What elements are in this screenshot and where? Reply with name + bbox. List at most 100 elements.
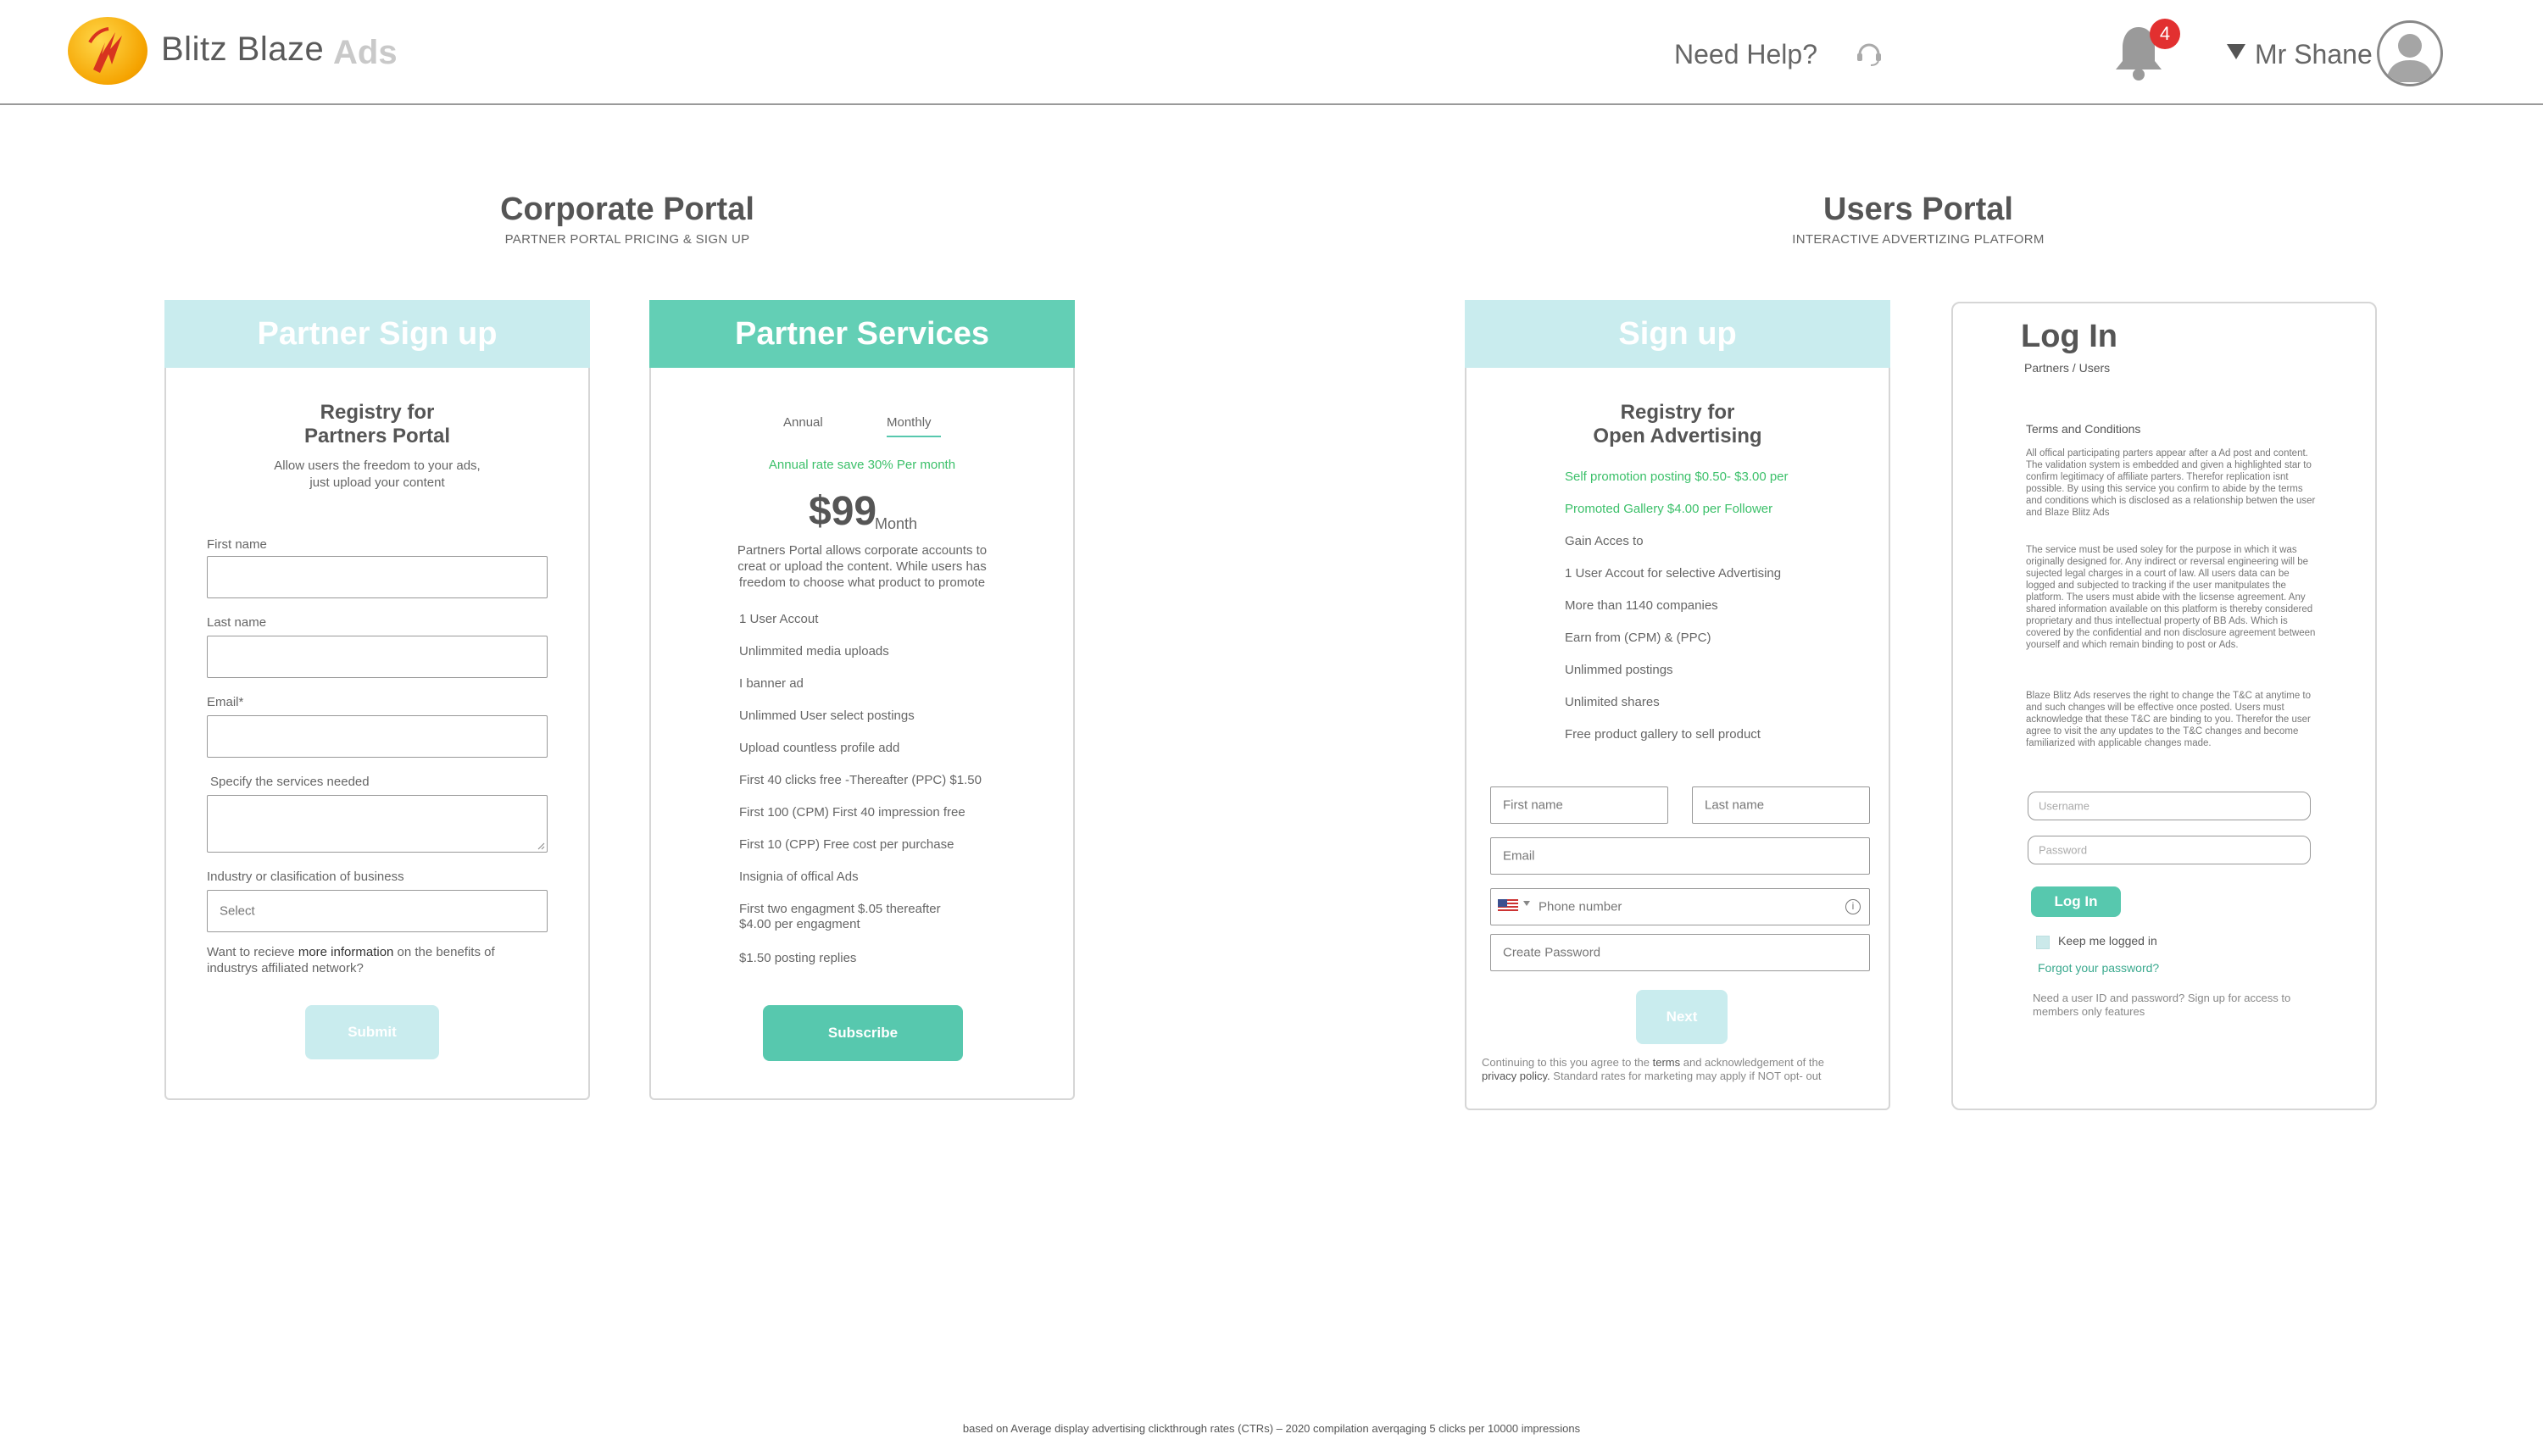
partner-desc-1: Allow users the freedom to your ads, (274, 458, 481, 473)
services-label: Specify the services needed (210, 775, 370, 789)
users-portal-title: Users Portal (1823, 192, 2013, 227)
headset-icon[interactable] (1853, 37, 1885, 69)
username-input[interactable]: Username (2028, 792, 2311, 820)
industry-select-placeholder: Select (220, 903, 255, 919)
terms-link[interactable]: terms (1653, 1056, 1681, 1069)
more-info-line2: industrys affiliated network? (207, 961, 364, 975)
partner-services-header: Partner Services (649, 300, 1075, 368)
service-feature: First 100 (CPM) First 40 impression free (739, 805, 965, 820)
forgot-password-link[interactable]: Forgot your password? (2038, 961, 2159, 975)
user-first-name-field[interactable]: First name (1490, 786, 1668, 824)
price-value: $99 (809, 489, 877, 534)
service-feature: $4.00 per engagment (739, 917, 860, 931)
email-field[interactable] (207, 715, 548, 758)
terms-heading: Terms and Conditions (2026, 422, 2141, 436)
email-label: Email* (207, 695, 244, 709)
user-first-name-placeholder: First name (1503, 797, 1563, 813)
login-button[interactable]: Log In (2031, 886, 2121, 917)
flame-logo-icon[interactable] (68, 17, 147, 85)
user-feature: Gain Acces to (1565, 534, 1644, 548)
login-signup-note: Need a user ID and password? Sign up for… (2033, 992, 2355, 1019)
corporate-portal-title: Corporate Portal (500, 192, 754, 227)
user-last-name-field[interactable]: Last name (1692, 786, 1870, 824)
tab-monthly[interactable]: Monthly (887, 415, 932, 430)
more-info-link[interactable]: more information (298, 945, 394, 959)
more-info-note: Want to recieve more information on the … (207, 944, 563, 976)
price-unit: Month (875, 515, 918, 532)
submit-button[interactable]: Submit (305, 1005, 439, 1059)
brand-name: Blitz Blaze (161, 31, 325, 68)
signup-note-2: members only features (2033, 1005, 2145, 1018)
user-name[interactable]: Mr Shane (2255, 39, 2373, 70)
service-feature: First 10 (CPP) Free cost per purchase (739, 837, 954, 852)
service-feature: Insignia of offical Ads (739, 870, 859, 884)
services-textarea[interactable] (207, 795, 548, 853)
notification-badge: 4 (2150, 19, 2180, 49)
last-name-label: Last name (207, 615, 267, 630)
resize-handle-icon[interactable] (537, 842, 545, 850)
partner-services-card: Partner Services Annual Monthly Annual r… (649, 300, 1075, 1100)
terms-paragraph-2: The service must be used soley for the p… (2026, 545, 2316, 650)
privacy-policy-link[interactable]: privacy policy. (1482, 1070, 1550, 1082)
user-phone-field[interactable]: Phone number i (1490, 888, 1870, 925)
industry-select[interactable]: Select (207, 890, 548, 932)
user-registry-title-1: Registry for (1620, 401, 1735, 424)
user-last-name-placeholder: Last name (1705, 797, 1765, 813)
fine-print-pre: Continuing to this you agree to the (1482, 1056, 1653, 1069)
terms-paragraph-3: Blaze Blitz Ads reserves the right to ch… (2026, 691, 2312, 748)
signup-note-1: Need a user ID and password? Sign up for… (2033, 992, 2291, 1004)
services-desc-1: Partners Portal allows corporate account… (737, 543, 988, 558)
services-desc-2: creat or upload the content. While users… (737, 559, 987, 574)
service-feature: First 40 clicks free -Thereafter (PPC) $… (739, 773, 982, 787)
password-input[interactable]: Password (2028, 836, 2311, 864)
tab-annual[interactable]: Annual (783, 415, 823, 430)
user-password-field[interactable]: Create Password (1490, 934, 1870, 971)
user-signup-header: Sign up (1465, 300, 1890, 368)
user-feature: Free product gallery to sell product (1565, 727, 1761, 742)
login-subtitle: Partners / Users (2024, 361, 2111, 375)
signup-fine-print: Continuing to this you agree to the term… (1482, 1056, 1880, 1083)
user-feature: Unlimmed postings (1565, 663, 1673, 677)
user-registry-title-2: Open Advertising (1593, 425, 1762, 447)
service-feature: Unlimmited media uploads (739, 644, 889, 659)
brand-ads-label: Ads (333, 34, 398, 71)
subscribe-button[interactable]: Subscribe (763, 1005, 963, 1061)
industry-label: Industry or clasification of business (207, 870, 404, 884)
service-feature: Upload countless profile add (739, 741, 900, 755)
need-help-link[interactable]: Need Help? (1674, 39, 1817, 70)
annual-save-note: Annual rate save 30% Per month (768, 458, 956, 472)
partner-desc-2: just upload your content (309, 475, 445, 490)
info-icon[interactable]: i (1845, 899, 1861, 914)
login-title: Log In (2021, 319, 2117, 354)
caret-down-icon[interactable] (2227, 44, 2245, 59)
user-email-placeholder: Email (1503, 848, 1535, 864)
partner-registry-title-2: Partners Portal (303, 425, 451, 447)
caret-down-icon[interactable] (1523, 901, 1530, 906)
partner-signup-card: Partner Sign up Registry for Partners Po… (164, 300, 590, 1100)
user-feature: Self promotion posting $0.50- $3.00 per (1565, 470, 1789, 484)
us-flag-icon[interactable] (1498, 899, 1518, 913)
service-feature: Unlimmed User select postings (739, 709, 915, 723)
user-feature: Unlimited shares (1565, 695, 1660, 709)
last-name-field[interactable] (207, 636, 548, 678)
next-button[interactable]: Next (1636, 990, 1728, 1044)
user-feature: More than 1140 companies (1565, 598, 1718, 613)
user-phone-placeholder: Phone number (1539, 899, 1622, 914)
user-password-placeholder: Create Password (1503, 945, 1601, 960)
username-placeholder: Username (2039, 799, 2089, 813)
keep-logged-checkbox[interactable] (2036, 936, 2050, 949)
user-email-field[interactable]: Email (1490, 837, 1870, 875)
user-signup-card: Sign up Registry for Open Advertising Se… (1465, 300, 1890, 1110)
avatar-icon[interactable] (2377, 20, 2443, 86)
first-name-field[interactable] (207, 556, 548, 598)
user-feature: 1 User Accout for selective Advertising (1565, 566, 1782, 581)
fine-print-line2: Standard rates for marketing may apply i… (1550, 1070, 1822, 1082)
users-portal-subtitle: INTERACTIVE ADVERTIZING PLATFORM (1792, 232, 2045, 247)
fine-print-post: and acknowledgement of the (1680, 1056, 1824, 1069)
service-feature: $1.50 posting replies (739, 951, 857, 965)
user-feature: Earn from (CPM) & (PPC) (1565, 631, 1711, 645)
keep-logged-label: Keep me logged in (2058, 934, 2157, 948)
tab-monthly-underline (887, 436, 941, 437)
terms-paragraph-1: All offical participating parters appear… (2026, 448, 2316, 518)
more-info-post: on the benefits of (393, 945, 495, 959)
